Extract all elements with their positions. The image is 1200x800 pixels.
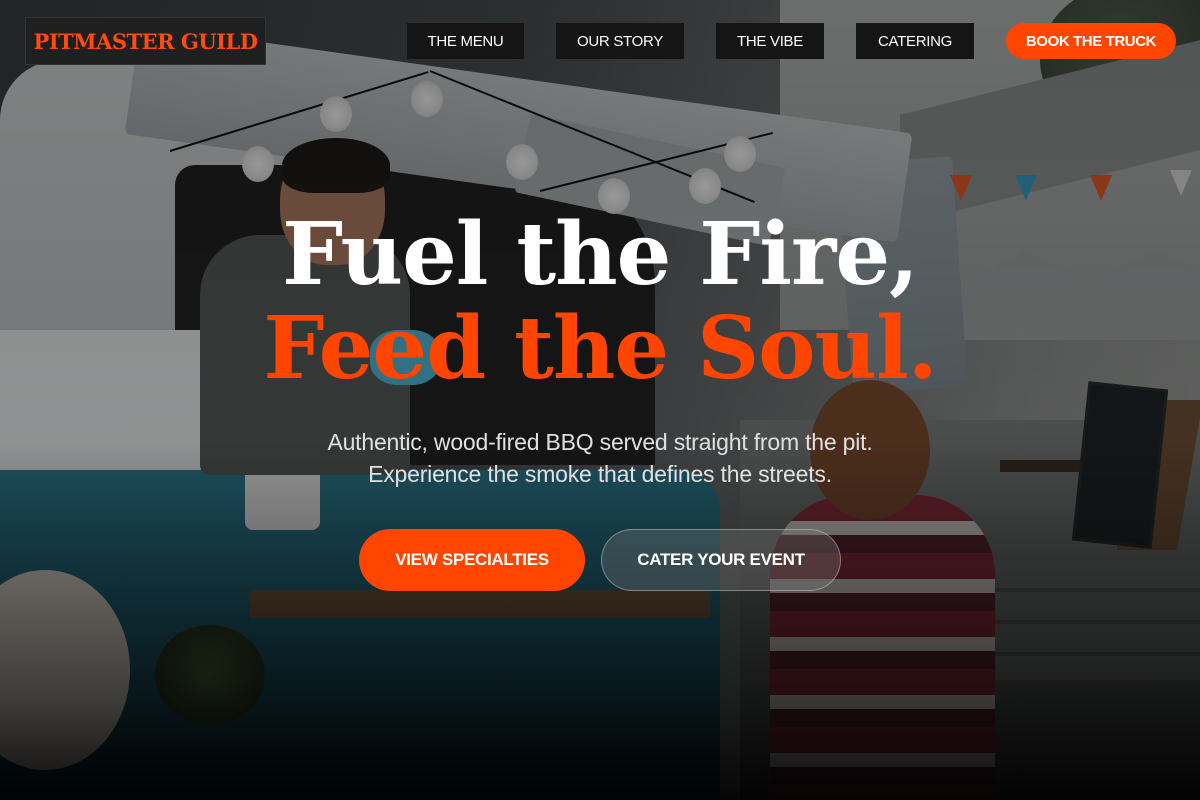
- hero-headline: Fuel the Fire, Feed the Soul.: [0, 208, 1200, 396]
- book-the-truck-button[interactable]: BOOK THE TRUCK: [1006, 23, 1176, 59]
- headline-line-2: Feed the Soul.: [263, 298, 937, 399]
- cater-your-event-button[interactable]: CATER YOUR EVENT: [601, 529, 841, 591]
- subtext-line-1: Authentic, wood-fired BBQ served straigh…: [327, 429, 873, 455]
- headline-line-1: Fuel the Fire,: [282, 204, 919, 305]
- hero-background-image: [0, 0, 1200, 800]
- site-header: PITMASTER GUILD THE MENU OUR STORY THE V…: [0, 0, 1200, 90]
- nav-link-our-story[interactable]: OUR STORY: [556, 23, 684, 59]
- nav-link-menu[interactable]: THE MENU: [407, 23, 524, 59]
- dark-gradient-overlay: [0, 0, 1200, 800]
- view-specialties-button[interactable]: VIEW SPECIALTIES: [359, 529, 585, 591]
- subtext-line-2: Experience the smoke that defines the st…: [368, 461, 832, 487]
- hero-subtext: Authentic, wood-fired BBQ served straigh…: [0, 426, 1200, 490]
- brand-logo[interactable]: PITMASTER GUILD: [25, 17, 266, 65]
- nav-link-the-vibe[interactable]: THE VIBE: [716, 23, 824, 59]
- nav-link-catering[interactable]: CATERING: [856, 23, 974, 59]
